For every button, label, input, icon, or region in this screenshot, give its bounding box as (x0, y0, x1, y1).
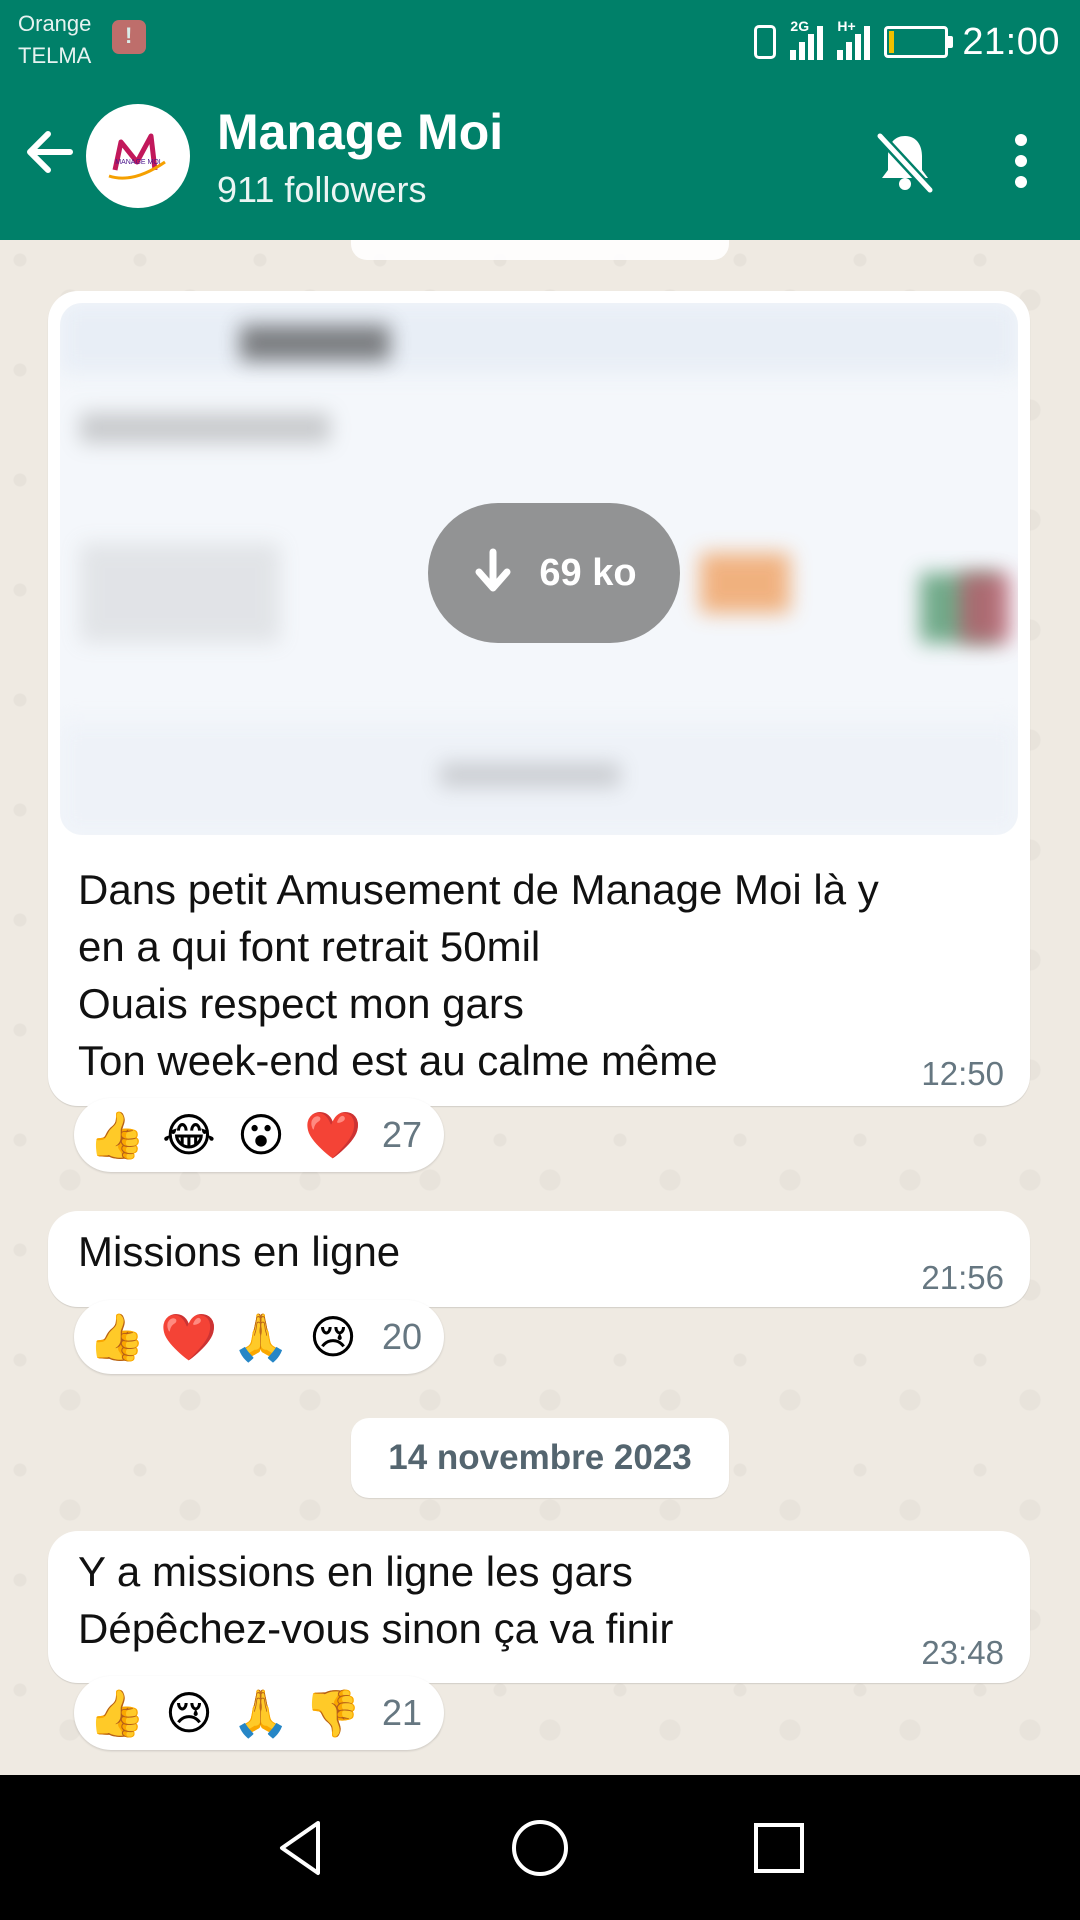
more-vert-icon[interactable] (1006, 126, 1036, 196)
message-text: Y a missions en ligne les gars Dépêchez-… (78, 1543, 958, 1657)
reaction-emoji: 👍 (88, 1311, 146, 1363)
avatar-text: MANAGE MOI (115, 159, 161, 166)
blurred-block (60, 303, 1018, 373)
reaction-emoji: 🙏 (232, 1311, 290, 1363)
reaction-count: 27 (382, 1114, 423, 1155)
image-preview[interactable]: 69 ko (60, 303, 1018, 835)
download-button[interactable]: 69 ko (428, 503, 680, 643)
alert-icon (112, 20, 146, 54)
message-line: Ouais respect mon gars (78, 980, 524, 1027)
reaction-emoji: 😮 (237, 1109, 285, 1161)
message-text: Dans petit Amusement de Manage Moi là y … (78, 861, 1018, 1089)
reaction-emoji: ❤️ (160, 1311, 218, 1363)
signal-hplus-label: H+ (837, 18, 856, 34)
message-line: en a qui font retrait 50mil (78, 923, 541, 970)
reaction-emoji: 🙏 (232, 1687, 290, 1739)
reaction-emoji: 👍 (88, 1687, 146, 1739)
message-line: Y a missions en ligne les gars (78, 1548, 633, 1595)
system-nav-bar (0, 1775, 1080, 1920)
reaction-emoji: 😢 (165, 1687, 213, 1739)
blurred-block (440, 763, 620, 787)
previous-date-pill (351, 240, 729, 260)
blurred-block (700, 553, 790, 613)
channel-title[interactable]: Manage Moi (217, 100, 503, 164)
message-line: Ton week-end est au calme même (78, 1037, 718, 1084)
status-time: 21:00 (962, 20, 1060, 63)
reaction-emoji: 👍 (88, 1109, 146, 1161)
message-time: 12:50 (921, 1055, 1004, 1092)
message-line: Dépêchez-vous sinon ça va finir (78, 1605, 674, 1652)
blurred-block (80, 413, 330, 443)
channel-header: MANAGE MOI Manage Moi 911 followers (0, 84, 1080, 240)
message-text: Missions en ligne (78, 1223, 400, 1280)
reactions-bar[interactable]: 👍 😢 🙏 👎 21 (74, 1676, 445, 1750)
reactions-bar[interactable]: 👍 ❤️ 🙏 😢 20 (74, 1300, 445, 1374)
reaction-emoji: 👎 (304, 1687, 362, 1739)
home-circle-icon[interactable] (509, 1817, 571, 1879)
download-size: 69 ko (539, 551, 637, 594)
reaction-emoji: 😢 (309, 1311, 357, 1363)
chat-area[interactable]: 69 ko Dans petit Amusement de Manage Moi… (0, 240, 1080, 1775)
carrier-network: TELMA (18, 43, 92, 68)
back-triangle-icon[interactable] (270, 1817, 332, 1879)
channel-avatar[interactable]: MANAGE MOI (86, 104, 190, 208)
signal-2g-icon: 2G (790, 18, 824, 60)
muted-bell-icon[interactable] (870, 126, 940, 196)
battery-low-icon (884, 26, 954, 58)
blurred-block (80, 543, 280, 643)
status-indicators: 2G H+ 21:00 (754, 14, 1060, 70)
message-time: 21:56 (921, 1259, 1004, 1296)
download-arrow-icon (475, 548, 511, 592)
carrier-info: Orange TELMA (18, 8, 91, 72)
message-time: 23:48 (921, 1634, 1004, 1671)
signal-2g-label: 2G (790, 18, 810, 34)
blurred-block (240, 325, 390, 361)
message-bubble[interactable]: 69 ko Dans petit Amusement de Manage Moi… (48, 291, 1030, 1106)
reaction-count: 21 (382, 1692, 423, 1733)
recents-square-icon[interactable] (748, 1817, 810, 1879)
followers-count: 911 followers (217, 169, 427, 210)
carrier-name: Orange (18, 11, 92, 36)
signal-hplus-icon: H+ (837, 18, 871, 60)
back-arrow-icon[interactable] (20, 122, 80, 182)
date-separator: 14 novembre 2023 (351, 1418, 729, 1498)
reaction-count: 20 (382, 1316, 423, 1357)
battery-level (889, 31, 895, 53)
message-bubble[interactable]: Missions en ligne 21:56 (48, 1211, 1030, 1307)
channel-logo: MANAGE MOI (108, 133, 166, 180)
vibrate-icon (754, 25, 777, 59)
status-bar: Orange TELMA 2G H+ 21:00 (0, 0, 1080, 84)
blurred-block (960, 573, 1010, 643)
message-bubble[interactable]: Y a missions en ligne les gars Dépêchez-… (48, 1531, 1030, 1683)
reaction-emoji: 😂 (162, 1109, 216, 1161)
reaction-emoji: ❤️ (304, 1109, 362, 1161)
message-line: Missions en ligne (78, 1228, 401, 1275)
message-line: Dans petit Amusement de Manage Moi là y (78, 866, 879, 913)
reactions-bar[interactable]: 👍 😂 😮 ❤️ 27 (74, 1098, 445, 1172)
